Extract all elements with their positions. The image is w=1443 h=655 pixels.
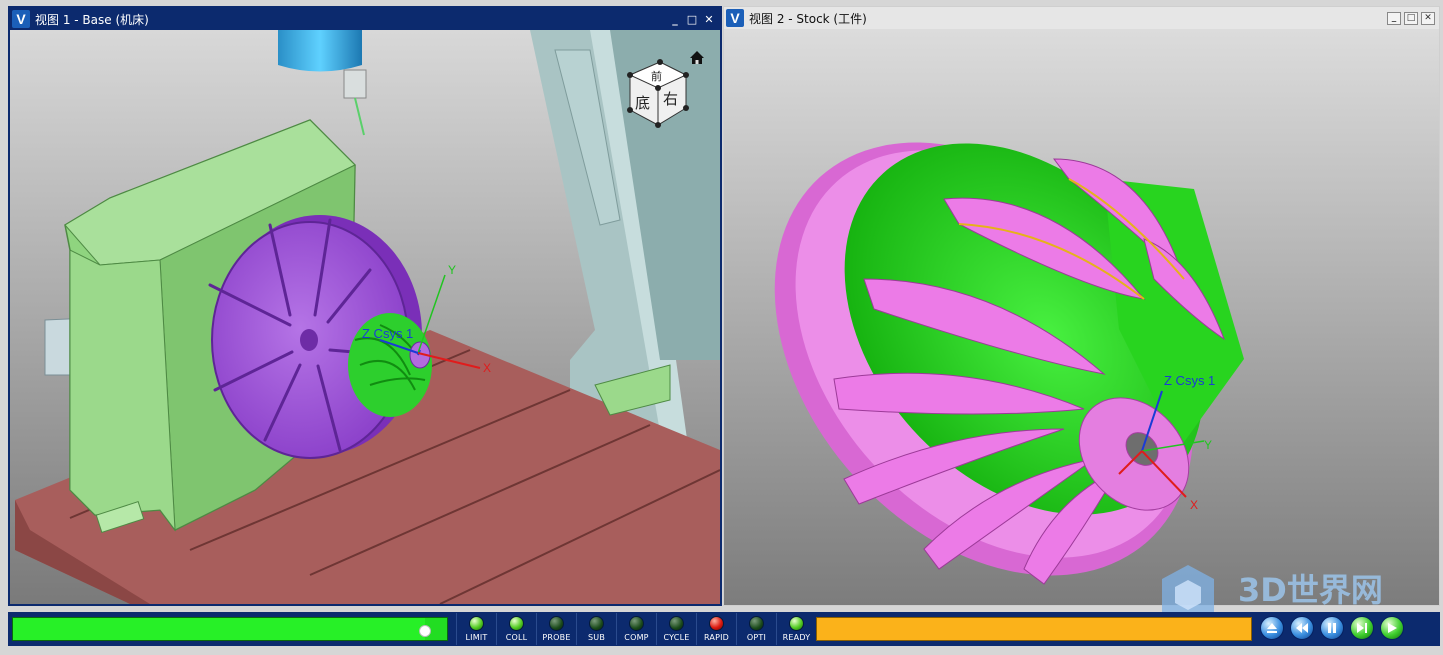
status-lamp-icon	[549, 616, 564, 631]
play-button[interactable]	[1380, 616, 1404, 640]
status-light-label: CYCLE	[663, 633, 690, 642]
playback-controls	[1260, 616, 1404, 640]
close-button[interactable]: ✕	[1421, 11, 1435, 25]
minimize-button[interactable]: _	[1387, 11, 1401, 25]
status-lamp-icon	[789, 616, 804, 631]
status-lamp-icon	[629, 616, 644, 631]
view-cube-bottom-face: 底	[635, 94, 650, 112]
rewind-button[interactable]	[1290, 616, 1314, 640]
y-axis-label: Y	[448, 263, 456, 277]
status-lights: LIMIT COLL PROBE SUB COMP CYCLE RAPID OPTI READY	[456, 613, 816, 645]
close-button[interactable]: ✕	[702, 13, 716, 26]
csys-label: Z Csys 1	[362, 326, 413, 341]
status-light-probe[interactable]: PROBE	[536, 613, 576, 645]
viewport-base-machine[interactable]: V 视图 1 - Base (机床) _ □ ✕ Z Csys 1 Y X 前 …	[8, 6, 722, 606]
status-message-bar	[816, 617, 1252, 641]
status-light-ready[interactable]: READY	[776, 613, 816, 645]
viewport-stock-workpiece[interactable]: V 视图 2 - Stock (工件) _ □ ✕ Z Csys 1 Y X	[723, 6, 1440, 606]
reset-model-button[interactable]	[1260, 616, 1284, 640]
machine-3d-scene[interactable]: Z Csys 1 Y X 前 底 右	[10, 30, 720, 604]
viewport1-title: 视图 1 - Base (机床)	[35, 12, 149, 27]
status-lamp-icon	[589, 616, 604, 631]
minimize-button[interactable]: _	[668, 13, 682, 26]
status-lamp-icon	[509, 616, 524, 631]
status-light-sub[interactable]: SUB	[576, 613, 616, 645]
x-axis-label: X	[1190, 498, 1198, 512]
csys-label: Z Csys 1	[1164, 373, 1215, 388]
x-axis-label: X	[483, 361, 491, 375]
view-cube-right-face: 右	[663, 90, 678, 108]
step-forward-icon	[1357, 623, 1367, 633]
status-light-limit[interactable]: LIMIT	[456, 613, 496, 645]
vericut-logo-icon: V	[726, 9, 744, 27]
status-light-label: COLL	[505, 633, 528, 642]
y-axis-label: Y	[1204, 438, 1212, 452]
view-cube-front-face: 前	[651, 69, 662, 83]
status-light-label: READY	[782, 633, 811, 642]
status-light-label: RAPID	[703, 633, 730, 642]
eject-icon	[1267, 623, 1277, 633]
progress-fill	[13, 618, 426, 640]
status-light-coll[interactable]: COLL	[496, 613, 536, 645]
status-light-label: OPTI	[746, 633, 767, 642]
viewport1-titlebar: V 视图 1 - Base (机床) _ □ ✕	[10, 8, 720, 30]
status-light-label: SUB	[587, 633, 606, 642]
single-step-button[interactable]	[1350, 616, 1374, 640]
rewind-icon	[1296, 623, 1308, 633]
pause-button[interactable]	[1320, 616, 1344, 640]
maximize-button[interactable]: □	[685, 13, 699, 26]
stock-3d-scene[interactable]: Z Csys 1 Y X	[724, 29, 1440, 606]
play-icon	[1388, 623, 1397, 633]
status-lamp-icon	[749, 616, 764, 631]
status-light-rapid[interactable]: RAPID	[696, 613, 736, 645]
status-light-label: COMP	[624, 633, 649, 642]
status-lamp-icon	[709, 616, 724, 631]
simulation-progress-slider[interactable]	[12, 617, 448, 641]
status-light-label: PROBE	[542, 633, 571, 642]
simulation-status-bar: LIMIT COLL PROBE SUB COMP CYCLE RAPID OPTI READY	[8, 612, 1440, 646]
viewport2-title: 视图 2 - Stock (工件)	[749, 11, 867, 26]
status-light-opti[interactable]: OPTI	[736, 613, 776, 645]
status-lamp-icon	[469, 616, 484, 631]
status-light-comp[interactable]: COMP	[616, 613, 656, 645]
status-light-label: LIMIT	[465, 633, 488, 642]
vericut-logo-icon: V	[12, 10, 30, 28]
maximize-button[interactable]: □	[1404, 11, 1418, 25]
status-light-cycle[interactable]: CYCLE	[656, 613, 696, 645]
viewport2-titlebar: V 视图 2 - Stock (工件) _ □ ✕	[724, 7, 1439, 29]
progress-slider-handle[interactable]	[419, 625, 432, 637]
pause-icon	[1328, 623, 1336, 633]
status-lamp-icon	[669, 616, 684, 631]
